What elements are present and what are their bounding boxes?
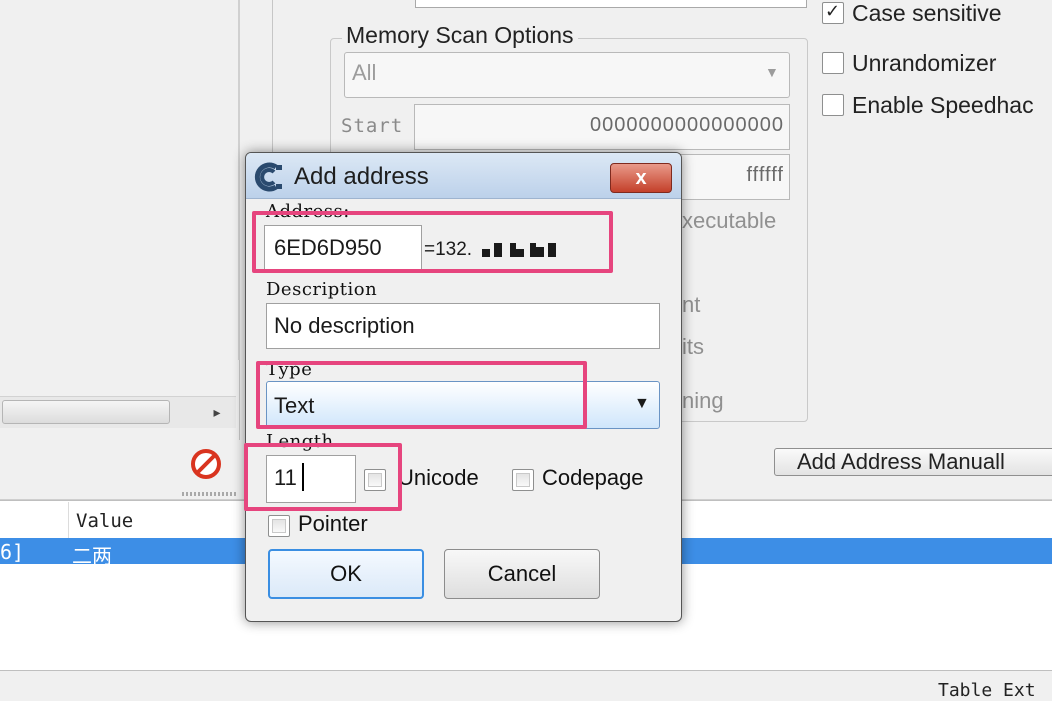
address-value: 6ED6D950 [274, 235, 382, 260]
memory-region-select[interactable] [344, 52, 790, 98]
table-extras-label[interactable]: Table Ext [938, 680, 1036, 701]
unicode-label: Unicode [398, 465, 479, 490]
cancel-button[interactable]: Cancel [444, 549, 600, 599]
dialog-title: Add address [294, 163, 429, 190]
cheat-engine-icon [254, 162, 282, 192]
memory-region-value: All [352, 60, 377, 85]
start-label: Start [341, 115, 404, 137]
left-panel [0, 0, 240, 440]
pointer-label: Pointer [298, 511, 368, 536]
ok-label: OK [330, 561, 362, 586]
status-bar [0, 670, 1052, 696]
chevron-down-icon: ▼ [634, 395, 650, 412]
close-button[interactable]: x [610, 163, 672, 193]
pointer-checkbox[interactable] [268, 515, 290, 537]
memory-scan-options-title: Memory Scan Options [342, 22, 578, 49]
value-input[interactable] [415, 0, 807, 8]
add-address-dialog: Add address x Address: 6ED6D950 =132. De… [245, 152, 682, 622]
chevron-down-icon: ▼ [765, 64, 779, 80]
scrollbar-thumb[interactable] [2, 400, 170, 424]
option-label: nt [682, 292, 701, 317]
stop-icon[interactable] [190, 448, 222, 480]
redacted-value [472, 241, 572, 261]
length-value: 11 [274, 465, 297, 490]
description-value: No description [274, 313, 415, 338]
checkmark-icon: ✓ [825, 1, 841, 21]
length-label: Length [266, 431, 334, 452]
row-value: 二两 [72, 546, 112, 568]
column-divider [68, 502, 69, 538]
scroll-right-icon[interactable]: ▸ [206, 400, 228, 424]
type-select[interactable] [266, 381, 660, 429]
case-sensitive-checkbox[interactable]: ✓ [822, 1, 844, 24]
description-label: Description [266, 279, 378, 300]
case-sensitive-label: Case sensitive [852, 0, 1002, 26]
executable-label: xecutable [682, 208, 777, 233]
row-address: 6] [0, 540, 25, 564]
option-label: ning [682, 388, 724, 413]
text-caret [302, 463, 304, 491]
start-address-value: 0000000000000000 [590, 114, 784, 136]
unrandomizer-checkbox[interactable] [822, 52, 844, 74]
address-label: Address: [266, 201, 350, 222]
cancel-label: Cancel [487, 561, 557, 586]
type-value: Text [274, 393, 315, 418]
codepage-label: Codepage [542, 465, 644, 490]
speedhack-label: Enable Speedhac [852, 92, 1034, 118]
column-header-value[interactable]: Value [76, 510, 133, 532]
address-result: =132. [424, 239, 473, 260]
ok-button[interactable]: OK [268, 549, 424, 599]
add-address-manually-button[interactable]: Add Address Manuall [774, 448, 1052, 476]
option-label: its [682, 334, 704, 359]
unrandomizer-label: Unrandomizer [852, 50, 997, 76]
speedhack-checkbox[interactable] [822, 94, 844, 116]
codepage-checkbox[interactable] [512, 469, 534, 491]
divider [238, 0, 240, 360]
unicode-checkbox[interactable] [364, 469, 386, 491]
type-label: Type [266, 359, 313, 380]
close-icon: x [635, 166, 647, 189]
splitter-grip-icon [182, 492, 238, 496]
